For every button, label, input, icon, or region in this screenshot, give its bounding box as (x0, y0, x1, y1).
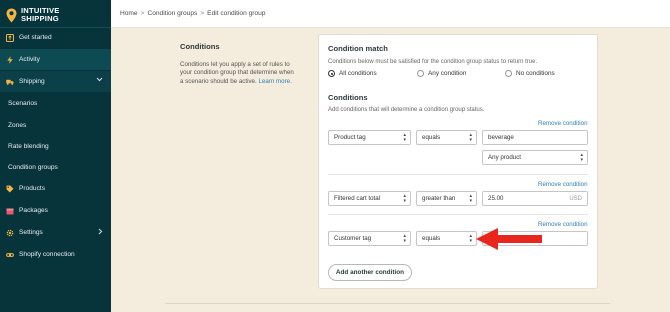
breadcrumb-home[interactable]: Home (120, 10, 138, 17)
sidebar-item-scenarios[interactable]: Scenarios (0, 93, 111, 114)
link-icon (6, 251, 14, 259)
sidebar-item-get-started[interactable]: Get started (0, 27, 111, 48)
bolt-icon (6, 55, 14, 64)
sidebar-item-label: Shipping (19, 78, 45, 85)
brand-name: INTUITIVE SHIPPING (21, 6, 60, 23)
sidebar-item-label: Scenarios (8, 100, 38, 107)
annotation-arrow-icon (476, 228, 542, 250)
sidebar-item-label: Products (19, 185, 46, 192)
radio-any-condition[interactable]: Any condition (417, 70, 466, 77)
chevron-down-icon (96, 77, 103, 84)
gear-icon (6, 229, 14, 237)
condition-operator-select[interactable]: greater than ▴ ▾ (416, 191, 477, 206)
condition-field-select[interactable]: Product tag ▴ ▾ (328, 130, 411, 145)
truck-icon (6, 78, 14, 86)
sidebar-item-settings[interactable]: Settings (0, 222, 111, 243)
select-arrows-icon: ▴ ▾ (469, 193, 472, 204)
sidebar-item-shopify-connection[interactable]: Shopify connection (0, 244, 111, 265)
sidebar-item-rate-blending[interactable]: Rate blending (0, 136, 111, 157)
radio-button[interactable] (505, 70, 512, 77)
select-arrows-icon: ▴ ▾ (403, 193, 406, 204)
sidebar-item-packages[interactable]: Packages (0, 200, 111, 221)
conditions-title: Conditions (328, 93, 368, 102)
sidebar-item-label: Settings (19, 229, 43, 236)
box-icon (6, 207, 14, 215)
breadcrumb-condition-groups[interactable]: Condition groups (147, 10, 197, 17)
sidebar-item-activity[interactable]: Activity (0, 49, 111, 70)
location-pin-icon (6, 8, 17, 22)
condition-value-input[interactable]: 25.00 USD (482, 191, 588, 206)
condition-divider (328, 214, 588, 215)
condition-scope-select[interactable]: Any product ▴ ▾ (482, 150, 588, 165)
breadcrumb-current: Edit condition group (207, 10, 266, 17)
breadcrumb-separator: > (200, 10, 205, 17)
sidebar-item-zones[interactable]: Zones (0, 115, 111, 136)
add-another-condition-button[interactable]: Add another condition (328, 264, 412, 281)
radio-button[interactable] (417, 70, 424, 77)
condition-match-title: Condition match (328, 44, 388, 53)
page-footer-divider (165, 303, 610, 304)
condition-operator-select[interactable]: equals ▴ ▾ (416, 130, 477, 145)
radio-all-conditions[interactable]: All conditions (328, 70, 377, 77)
radio-no-conditions[interactable]: No conditions (505, 70, 555, 77)
condition-field-select[interactable]: Filtered cart total ▴ ▾ (328, 191, 411, 206)
remove-condition-link[interactable]: Remove condition (538, 181, 588, 188)
sidebar-item-label: Zones (8, 122, 27, 129)
radio-button-selected[interactable] (328, 70, 335, 77)
sidebar-item-label: Condition groups (8, 164, 58, 171)
select-arrows-icon: ▴ ▾ (403, 233, 406, 244)
condition-match-help: Conditions below must be satisfied for t… (328, 59, 538, 65)
sidebar-item-label: Packages (19, 207, 48, 214)
select-arrows-icon: ▴ ▾ (580, 152, 583, 163)
brand-logo[interactable]: INTUITIVE SHIPPING (6, 5, 60, 25)
sidebar-item-label: Rate blending (8, 143, 49, 150)
sidebar-item-products[interactable]: Products (0, 178, 111, 199)
remove-condition-link[interactable]: Remove condition (538, 120, 588, 127)
tag-icon (6, 185, 14, 193)
condition-divider (328, 174, 588, 175)
breadcrumb: Home > Condition groups > Edit condition… (111, 0, 670, 28)
condition-operator-select[interactable]: equals ▴ ▾ (416, 231, 477, 246)
sidebar-item-label: Activity (19, 56, 40, 63)
select-arrows-icon: ▴ ▾ (469, 132, 472, 143)
chevron-right-icon (98, 228, 103, 237)
condition-value-input[interactable]: beverage (482, 130, 588, 145)
remove-condition-link[interactable]: Remove condition (538, 221, 588, 228)
select-arrows-icon: ▴ ▾ (469, 233, 472, 244)
sidebar: INTUITIVE SHIPPING Get started Activity … (0, 0, 111, 312)
upload-icon (6, 33, 14, 42)
sidebar-item-condition-groups[interactable]: Condition groups (0, 157, 111, 178)
sidebar-item-label: Get started (19, 34, 52, 41)
select-arrows-icon: ▴ ▾ (403, 132, 406, 143)
sidebar-item-label: Shopify connection (19, 251, 75, 258)
sidebar-item-shipping[interactable]: Shipping (0, 71, 111, 92)
breadcrumb-separator: > (140, 10, 145, 17)
section-description: Conditions let you apply a set of rules … (180, 61, 294, 85)
section-title: Conditions (180, 42, 220, 51)
conditions-help: Add conditions that will determine a con… (328, 107, 485, 113)
learn-more-link[interactable]: Learn more. (258, 78, 291, 85)
condition-field-select[interactable]: Customer tag ▴ ▾ (328, 231, 411, 246)
